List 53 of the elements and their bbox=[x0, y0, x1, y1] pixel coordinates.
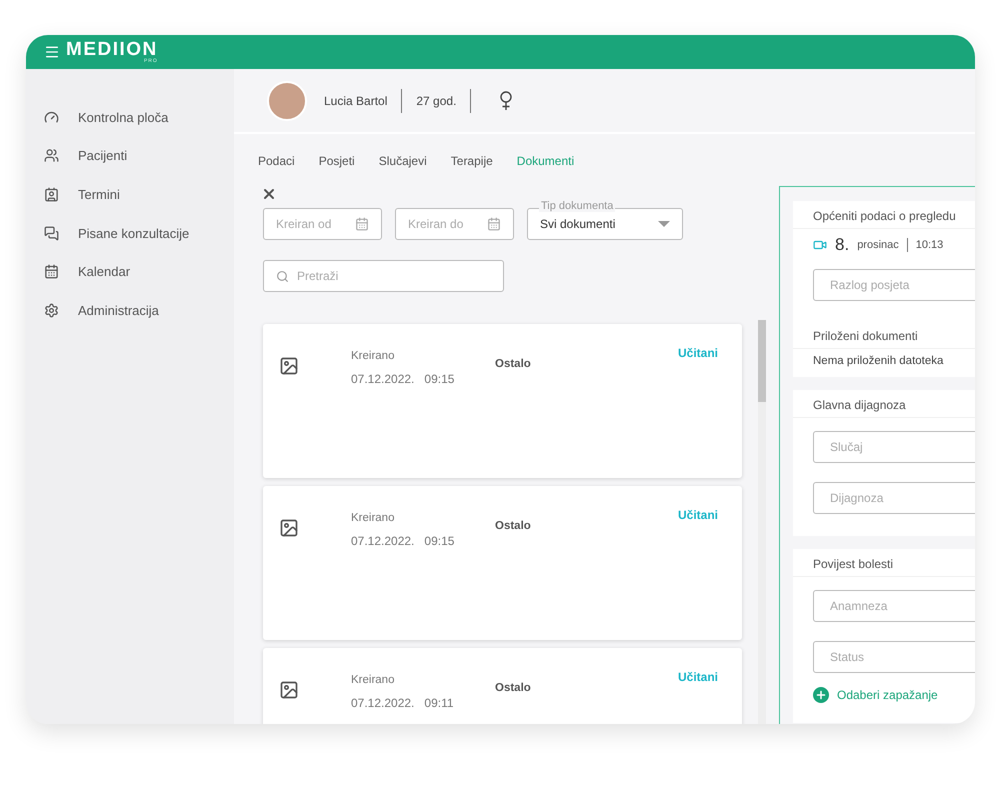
section-title: Glavna dijagnoza bbox=[793, 390, 975, 418]
visit-time: 10:13 bbox=[916, 239, 944, 251]
section-title: Općeniti podaci o pregledu bbox=[793, 201, 975, 229]
calendar-icon bbox=[487, 217, 501, 231]
chat-bubbles-icon bbox=[44, 226, 59, 241]
document-type: Ostalo bbox=[495, 358, 532, 370]
created-date: 07.12.2022. 09:15 bbox=[351, 534, 456, 548]
document-card[interactable]: Kreirano 07.12.2022. 09:15 Ostalo Učitani bbox=[263, 486, 742, 640]
image-icon bbox=[279, 518, 299, 538]
field-label: Tip dokumenta bbox=[539, 200, 616, 212]
tab[interactable]: Podaci bbox=[258, 154, 295, 172]
document-card[interactable]: Kreirano 07.12.2022. 09:15 Ostalo Učitani bbox=[263, 324, 742, 478]
sidebar-item[interactable]: Kalendar bbox=[26, 252, 234, 291]
video-camera-icon bbox=[813, 238, 827, 252]
patient-name: Lucia Bartol bbox=[324, 94, 388, 108]
sidebar-item[interactable]: Administracija bbox=[26, 290, 234, 330]
caret-icon bbox=[658, 221, 670, 227]
image-icon bbox=[279, 356, 299, 376]
gauge-icon bbox=[44, 110, 59, 125]
sidebar-item[interactable]: Termini bbox=[26, 175, 234, 214]
empty-message: Nema priloženih datoteka bbox=[812, 354, 944, 369]
section-title: Povijest bolesti bbox=[793, 549, 975, 577]
female-symbol-icon bbox=[499, 90, 514, 110]
sidebar-item[interactable]: Kontrolna ploča bbox=[26, 98, 234, 137]
people-icon bbox=[44, 148, 59, 164]
plus-icon bbox=[813, 687, 829, 703]
document-type: Ostalo bbox=[495, 520, 532, 532]
tab[interactable]: Posjeti bbox=[318, 154, 355, 172]
created-date: 07.12.2022. 09:11 bbox=[351, 696, 455, 710]
sidebar-item[interactable]: Pacijenti bbox=[26, 136, 234, 176]
visit-day: 8. bbox=[835, 235, 850, 255]
calendar-icon bbox=[44, 264, 59, 280]
image-icon bbox=[279, 680, 299, 700]
tab[interactable]: Slučajevi bbox=[378, 154, 427, 172]
close-icon[interactable] bbox=[261, 186, 277, 202]
created-label: Kreirano bbox=[351, 350, 394, 362]
created-label: Kreirano bbox=[351, 674, 394, 686]
document-card[interactable]: Kreirano 07.12.2022. 09:11 Ostalo Učitani bbox=[263, 648, 742, 724]
scrollbar[interactable] bbox=[758, 320, 766, 724]
visit-month: prosinac bbox=[857, 239, 899, 251]
menu-icon[interactable] bbox=[44, 44, 60, 60]
sidebar-item[interactable]: Pisane konzultacije bbox=[26, 214, 234, 252]
document-type: Ostalo bbox=[495, 682, 532, 694]
calendar-icon bbox=[355, 217, 369, 231]
search-icon bbox=[276, 270, 289, 282]
section-title: Priloženi dokumenti bbox=[793, 321, 975, 349]
tab[interactable]: Terapije bbox=[450, 154, 493, 172]
patient-age: 27 god. bbox=[416, 94, 456, 108]
avatar-placeholder bbox=[267, 80, 307, 120]
settings-icon bbox=[44, 302, 59, 318]
created-date: 07.12.2022. 09:15 bbox=[351, 372, 456, 386]
logo-text: MEDIION bbox=[66, 40, 158, 59]
created-label: Kreirano bbox=[351, 512, 394, 524]
